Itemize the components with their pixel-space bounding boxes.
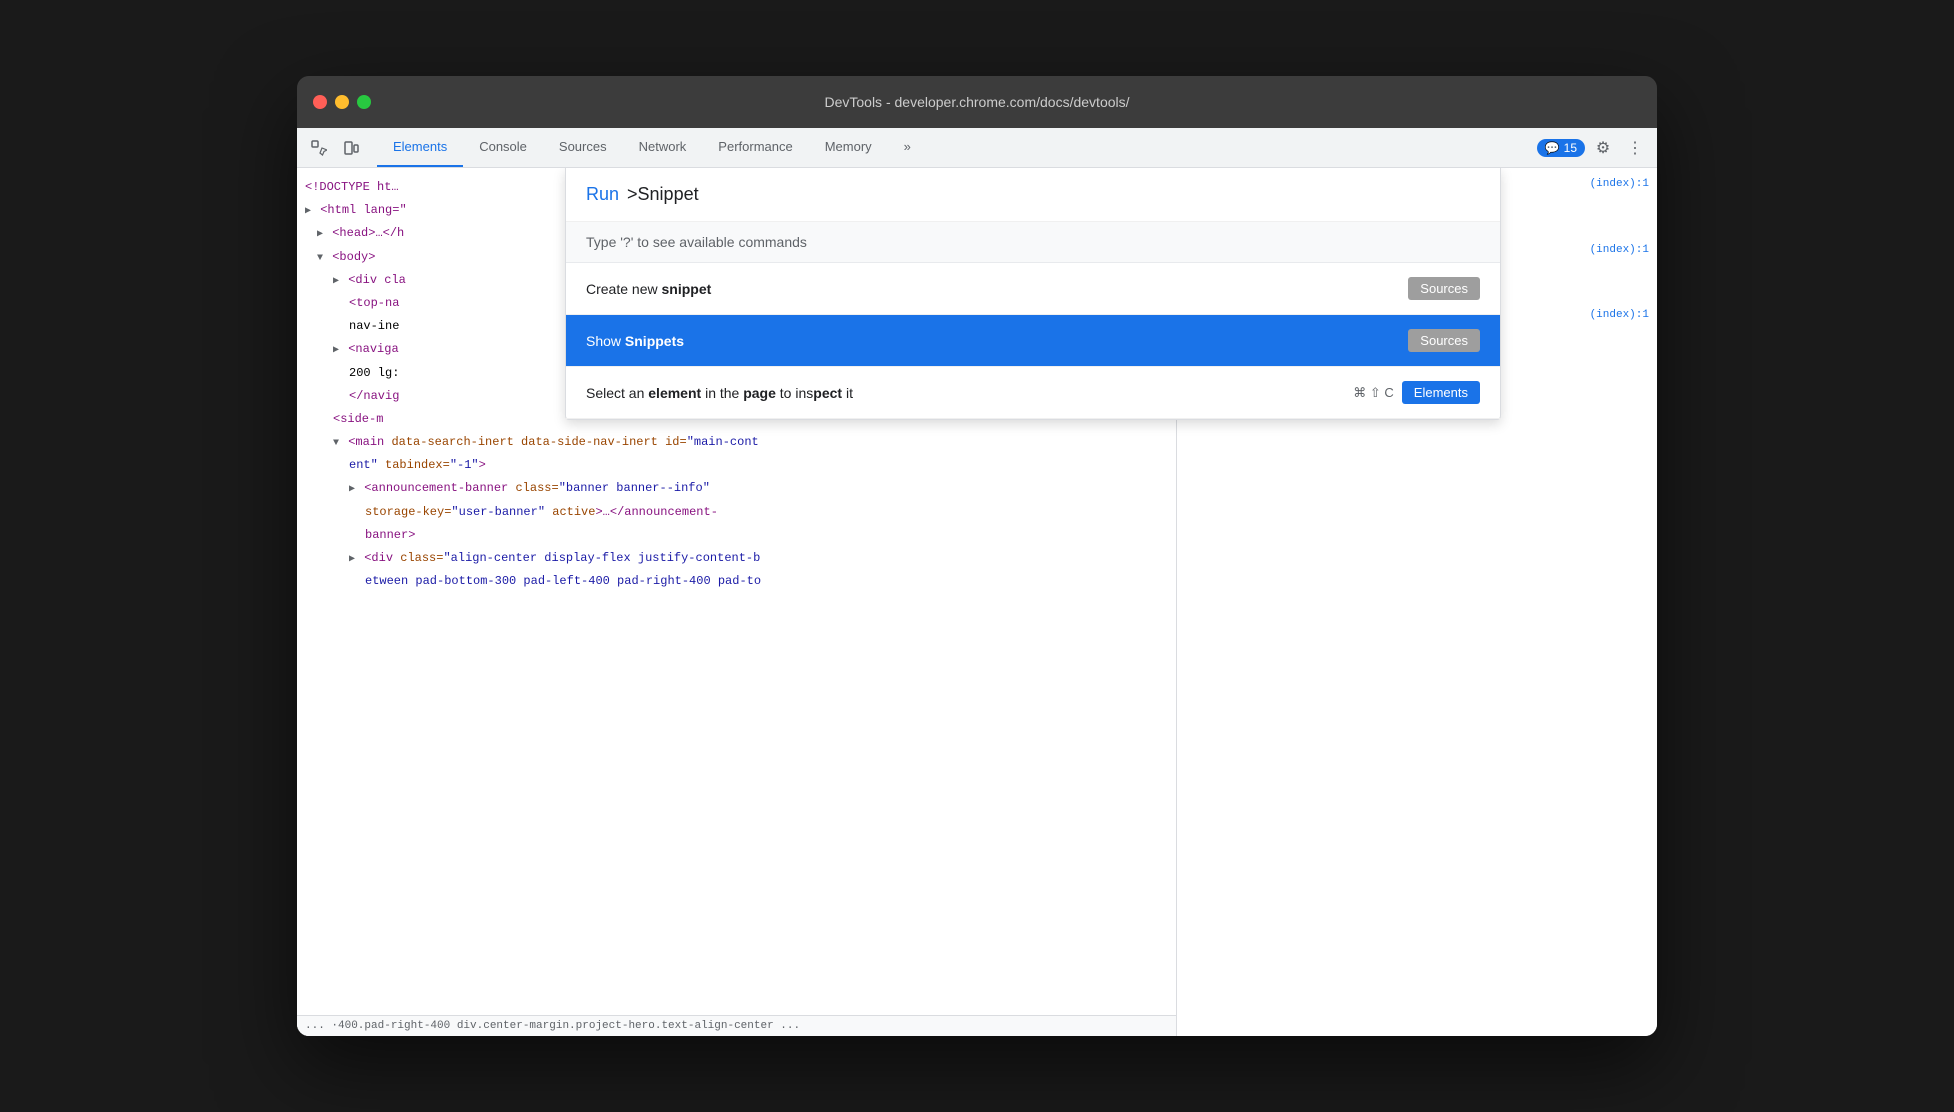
tab-sources[interactable]: Sources <box>543 128 623 167</box>
html-line[interactable]: ▶ <announcement-banner class="banner ban… <box>297 477 1176 500</box>
command-input-row: Run <box>566 168 1500 222</box>
toolbar-right: 💬 15 ⚙ ⋮ <box>1537 134 1649 162</box>
html-line[interactable]: banner> <box>297 524 1176 547</box>
shortcut-keys: ⌘ ⇧ C <box>1353 385 1394 401</box>
traffic-lights <box>313 95 371 109</box>
tab-elements[interactable]: Elements <box>377 128 463 167</box>
command-item-select-element[interactable]: Select an element in the page to inspect… <box>566 367 1500 419</box>
html-line[interactable]: ▼ <main data-search-inert data-side-nav-… <box>297 431 1176 454</box>
close-button[interactable] <box>313 95 327 109</box>
source-badge-elements: Elements <box>1402 381 1480 404</box>
command-palette: Run Type '?' to see available commands C… <box>565 168 1501 420</box>
breadcrumb: ... ·400.pad-right-400 div.center-margin… <box>297 1015 1176 1036</box>
tab-more[interactable]: » <box>888 128 927 167</box>
tab-performance[interactable]: Performance <box>702 128 808 167</box>
more-options-button[interactable]: ⋮ <box>1621 134 1649 162</box>
html-line[interactable]: etween pad-bottom-300 pad-left-400 pad-r… <box>297 570 1176 593</box>
command-item-text: Select an element in the page to inspect… <box>586 385 853 401</box>
notification-badge[interactable]: 💬 15 <box>1537 139 1585 157</box>
command-item-text: Create new snippet <box>586 281 711 297</box>
source-badge-sources-selected: Sources <box>1408 329 1480 352</box>
tabs: Elements Console Sources Network Perform… <box>377 128 927 167</box>
command-hint: Type '?' to see available commands <box>566 222 1500 263</box>
tab-console[interactable]: Console <box>463 128 543 167</box>
inspect-element-button[interactable] <box>305 134 333 162</box>
command-item-show-snippets[interactable]: Show Snippets Sources <box>566 315 1500 367</box>
badge-icon: 💬 <box>1545 141 1560 155</box>
tab-memory[interactable]: Memory <box>809 128 888 167</box>
minimize-button[interactable] <box>335 95 349 109</box>
badge-count: 15 <box>1564 141 1577 155</box>
toolbar-icons <box>305 134 365 162</box>
settings-button[interactable]: ⚙ <box>1589 134 1617 162</box>
main-content: <!DOCTYPE ht… ▶ <html lang=" ▶ <head>…</… <box>297 168 1657 1036</box>
source-badge-sources: Sources <box>1408 277 1480 300</box>
maximize-button[interactable] <box>357 95 371 109</box>
html-line[interactable]: storage-key="user-banner" active>…</anno… <box>297 501 1176 524</box>
tab-network[interactable]: Network <box>623 128 703 167</box>
devtools-window: DevTools - developer.chrome.com/docs/dev… <box>297 76 1657 1036</box>
html-line[interactable]: ent" tabindex="-1"> <box>297 454 1176 477</box>
run-label: Run <box>586 184 619 205</box>
window-title: DevTools - developer.chrome.com/docs/dev… <box>824 94 1129 110</box>
command-input[interactable] <box>627 184 1480 205</box>
command-item-text: Show Snippets <box>586 333 684 349</box>
device-toolbar-button[interactable] <box>337 134 365 162</box>
toolbar: Elements Console Sources Network Perform… <box>297 128 1657 168</box>
html-line[interactable]: ▶ <div class="align-center display-flex … <box>297 547 1176 570</box>
titlebar: DevTools - developer.chrome.com/docs/dev… <box>297 76 1657 128</box>
devtools-container: Elements Console Sources Network Perform… <box>297 128 1657 1036</box>
command-item-create-snippet[interactable]: Create new snippet Sources <box>566 263 1500 315</box>
